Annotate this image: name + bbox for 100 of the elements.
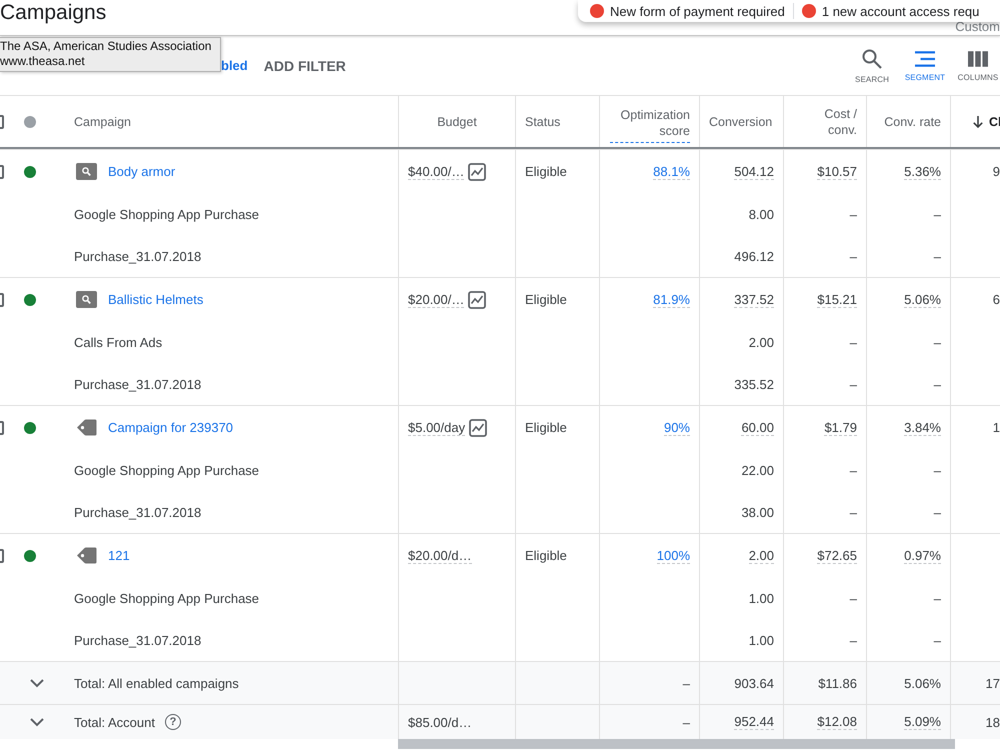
table-cell: –: [934, 334, 941, 350]
notification-link[interactable]: New form of payment required: [610, 4, 785, 18]
table-cell: –: [934, 462, 941, 478]
table-cell: 18: [986, 714, 1000, 730]
conversion-action-text: Purchase_31.07.2018: [74, 504, 202, 520]
table-cell: 903.64: [734, 676, 774, 690]
table-cell: 504.12: [734, 164, 774, 180]
campaign-link[interactable]: Ballistic Helmets: [108, 292, 204, 307]
checkbox[interactable]: [0, 292, 4, 306]
budget-text[interactable]: $20.00/…: [408, 292, 464, 308]
table-cell: 337.52: [734, 292, 774, 308]
tooltip-text: www.theasa.net: [0, 54, 86, 69]
column-header[interactable]: Conv. rate: [884, 114, 941, 130]
column-header[interactable]: Status: [525, 114, 560, 130]
chevron-down-icon[interactable]: [30, 678, 44, 688]
table-cell: –: [682, 714, 690, 730]
header-text: Custom: [955, 19, 1000, 35]
table-cell: 496.12: [734, 248, 774, 264]
optimization-score-link[interactable]: 88.1%: [653, 164, 690, 180]
search-icon: [76, 291, 97, 308]
conversion-action-text: Purchase_31.07.2018: [74, 376, 202, 392]
conversion-action-text: Purchase_31.07.2018: [74, 248, 202, 264]
table-cell: 5.36%: [904, 164, 941, 180]
conversion-action-text: Google Shopping App Purchase: [74, 462, 260, 478]
filter-chip[interactable]: bled: [221, 58, 248, 73]
table-cell: 5.06%: [904, 292, 941, 308]
table-cell: 335.52: [734, 376, 774, 392]
line-chart-icon[interactable]: [469, 418, 488, 436]
conversion-action-text: Google Shopping App Purchase: [74, 590, 260, 606]
table-cell: –: [850, 206, 857, 222]
column-header[interactable]: Campaign: [74, 114, 131, 130]
lines-icon: [915, 51, 935, 67]
column-header[interactable]: Conversion: [709, 114, 772, 130]
table-cell: –: [850, 590, 857, 606]
tag-icon: [76, 419, 97, 436]
alert-dot-icon: [802, 4, 816, 18]
chevron-down-icon[interactable]: [30, 718, 44, 726]
table-cell: 8.00: [748, 206, 774, 222]
table-cell: $10.57: [817, 164, 857, 180]
table-cell: $1.79: [824, 420, 857, 436]
table-cell: 1.00: [748, 632, 774, 648]
line-chart-icon[interactable]: [468, 162, 486, 180]
table-cell: –: [934, 248, 941, 264]
checkbox[interactable]: [0, 548, 4, 562]
campaign-link[interactable]: Campaign for 239370: [108, 420, 234, 435]
table-cell: –: [850, 632, 857, 648]
table-cell: 60.00: [741, 420, 774, 436]
table-cell: –: [934, 590, 941, 606]
budget-text[interactable]: $5.00/day: [408, 420, 466, 436]
column-header[interactable]: Cost / conv.: [809, 106, 857, 138]
search-button[interactable]: SEARCH: [850, 45, 894, 86]
campaign-link[interactable]: Body armor: [108, 164, 176, 179]
checkbox[interactable]: [0, 114, 4, 128]
table-cell: $15.21: [817, 292, 857, 308]
line-chart-icon[interactable]: [468, 290, 486, 308]
table-cell: $72.65: [817, 548, 857, 564]
conversion-action-text: Calls From Ads: [74, 334, 162, 350]
status-text: Eligible: [525, 548, 567, 563]
table-cell: $12.08: [817, 714, 857, 730]
status-text: Eligible: [525, 292, 567, 307]
add-filter-button[interactable]: ADD FILTER: [264, 54, 346, 78]
checkbox[interactable]: [0, 164, 4, 178]
table-cell: 2.00: [748, 334, 774, 350]
total-label: Total: Account: [74, 714, 155, 730]
table-cell: 5.06%: [904, 676, 941, 690]
table-cell: 2.00: [748, 548, 774, 564]
column-header[interactable]: Optimization score: [610, 106, 690, 142]
table-cell: 1.00: [748, 590, 774, 606]
optimization-score-link[interactable]: 81.9%: [653, 292, 690, 308]
notification-link[interactable]: 1 new account access requ: [822, 4, 980, 18]
search-icon: [76, 163, 97, 180]
table-cell: 3.84%: [904, 420, 941, 436]
status-dot-icon[interactable]: [24, 116, 36, 128]
budget-text[interactable]: $40.00/…: [408, 164, 464, 180]
table-cell: –: [934, 632, 941, 648]
table-cell: $11.86: [818, 676, 857, 690]
column-header[interactable]: Budget: [437, 114, 477, 130]
campaign-link[interactable]: 121: [108, 548, 130, 563]
table-cell: –: [850, 334, 857, 350]
table-cell: –: [682, 676, 690, 690]
table-cell: –: [850, 376, 857, 392]
status-text: Eligible: [525, 420, 567, 435]
budget-text[interactable]: $20.00/d…: [408, 548, 472, 564]
table-cell: 38.00: [741, 504, 774, 520]
columns-icon: [968, 51, 988, 67]
columns-button[interactable]: COLUMNS: [956, 47, 1000, 84]
scrollbar[interactable]: [398, 739, 955, 749]
page-title: Campaigns: [0, 0, 106, 26]
optimization-score-link[interactable]: 100%: [656, 548, 690, 564]
table-cell: –: [850, 504, 857, 520]
table-cell: –: [934, 206, 941, 222]
help-icon[interactable]: ?: [164, 714, 181, 730]
table-cell: 0.97%: [904, 548, 941, 564]
optimization-score-link[interactable]: 90%: [664, 420, 690, 436]
segment-button[interactable]: SEGMENT: [903, 47, 947, 84]
alert-dot-icon: [590, 4, 604, 18]
search-icon: [862, 49, 882, 69]
status-text: Eligible: [525, 164, 567, 179]
checkbox[interactable]: [0, 420, 4, 434]
tooltip-text: The ASA, American Studies Association: [0, 39, 212, 54]
